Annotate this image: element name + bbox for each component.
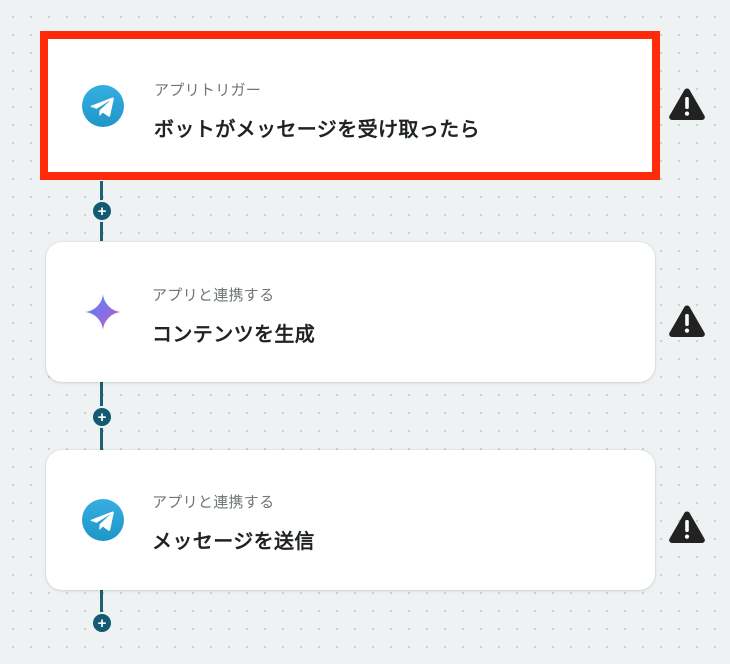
step-title: メッセージを送信 xyxy=(152,531,315,553)
step-card-trigger[interactable]: アプリトリガー ボットがメッセージを受け取ったら xyxy=(40,31,660,180)
step-title: コンテンツを生成 xyxy=(152,324,316,346)
add-step-button[interactable]: + xyxy=(91,200,113,222)
telegram-icon xyxy=(82,499,124,541)
connector-line xyxy=(100,590,103,614)
add-step-button[interactable]: + xyxy=(91,406,113,428)
step-kicker: アプリと連携する xyxy=(152,494,275,511)
step-card-send[interactable]: アプリと連携する メッセージを送信 xyxy=(46,450,655,590)
step-title: ボットがメッセージを受け取ったら xyxy=(154,119,480,141)
gemini-sparkle-icon xyxy=(82,291,124,333)
warning-icon[interactable] xyxy=(668,510,706,544)
step-kicker: アプリと連携する xyxy=(152,287,275,304)
warning-icon[interactable] xyxy=(668,87,706,121)
workflow-canvas: + + + アプリトリガー ボットがメッセージを受け取ったら アプリと連携する … xyxy=(0,0,730,664)
step-card-generate[interactable]: アプリと連携する コンテンツを生成 xyxy=(46,242,655,382)
step-kicker: アプリトリガー xyxy=(154,82,262,99)
add-step-button[interactable]: + xyxy=(91,612,113,634)
telegram-icon xyxy=(82,84,124,127)
warning-icon[interactable] xyxy=(668,304,706,338)
